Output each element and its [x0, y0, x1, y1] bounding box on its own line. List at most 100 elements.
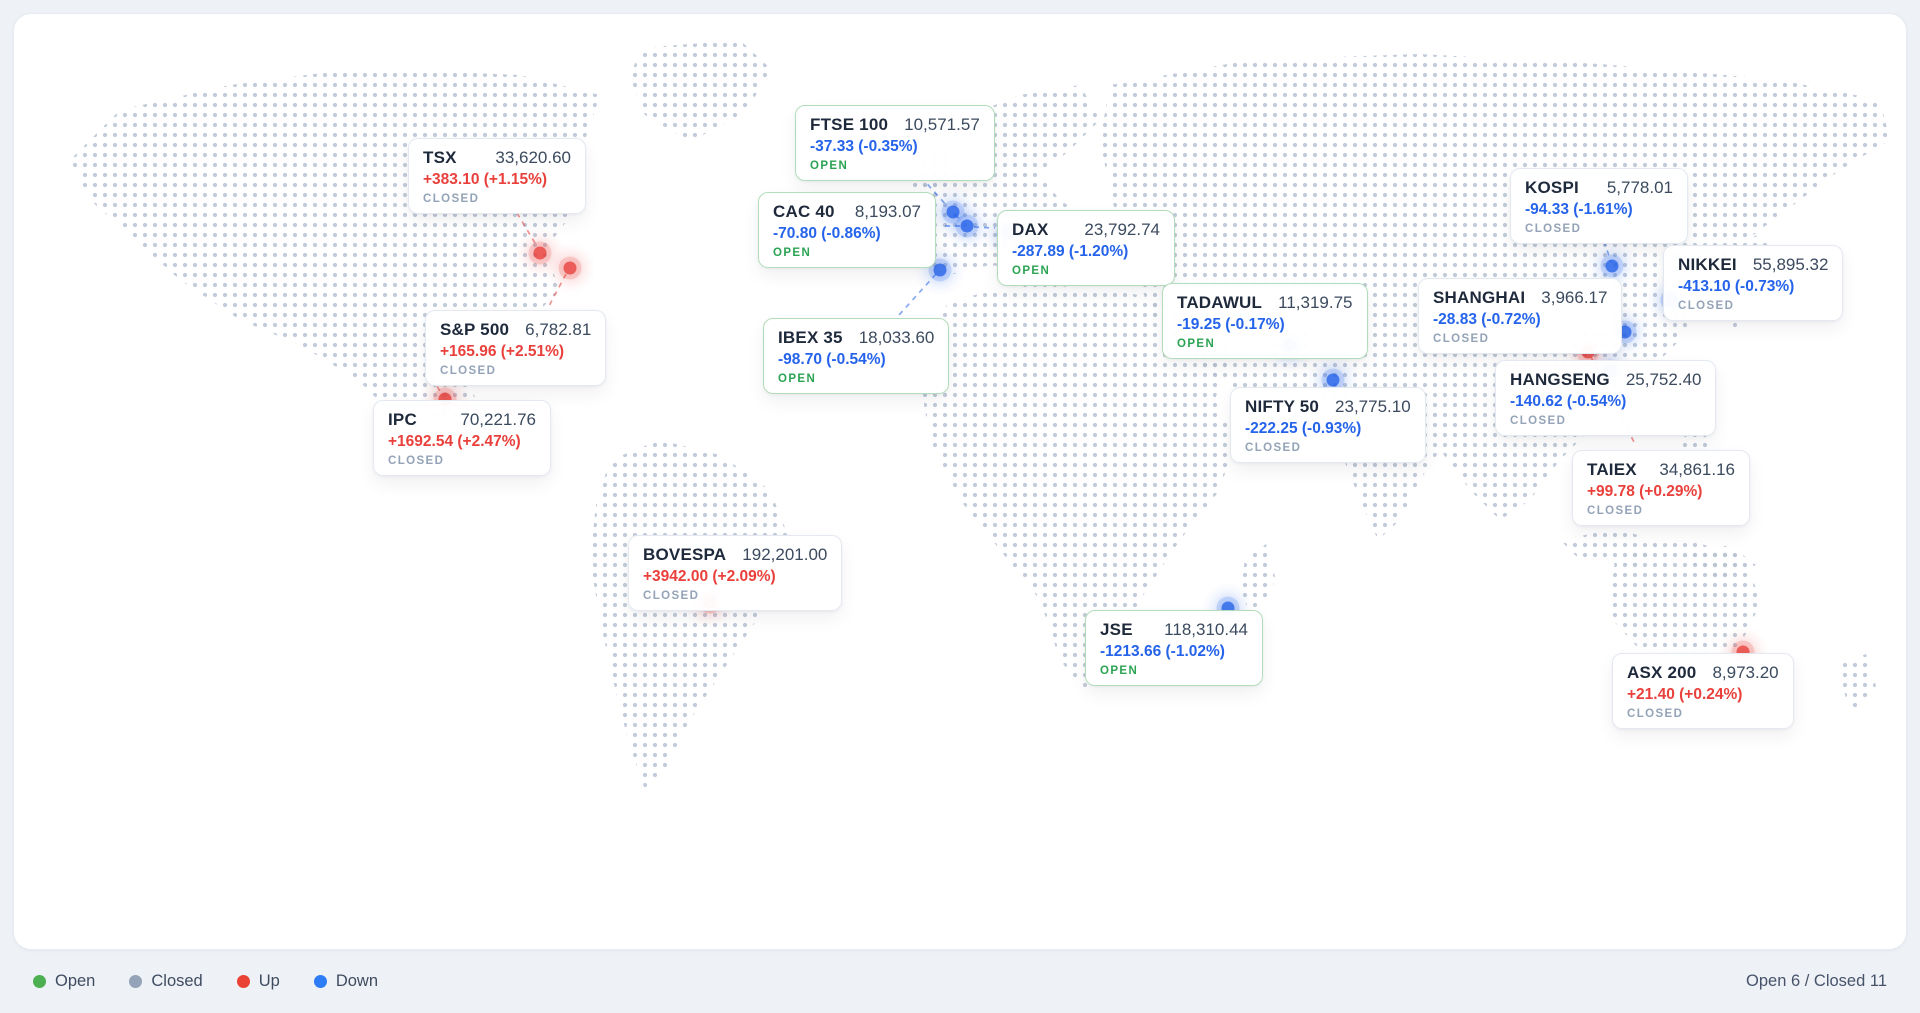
market-card-header: ASX 200 8,973.20 [1627, 663, 1779, 683]
market-status: CLOSED [440, 365, 591, 377]
market-name: HANGSENG [1510, 370, 1610, 390]
status-bar: Open Closed Up Down Open 6 / Closed 11 [0, 950, 1920, 1013]
market-card-ipc[interactable]: IPC 70,221.76 +1692.54 (+2.47%) CLOSED [373, 400, 551, 476]
market-value: 55,895.32 [1753, 255, 1829, 275]
market-value: 192,201.00 [742, 545, 827, 565]
market-dot-ibex-35[interactable] [934, 264, 947, 277]
market-name: NIFTY 50 [1245, 397, 1319, 417]
market-value: 70,221.76 [460, 410, 536, 430]
market-value: 6,782.81 [525, 320, 591, 340]
market-map-page: TSX 33,620.60 +383.10 (+1.15%) CLOSED S&… [0, 0, 1920, 1013]
market-value: 10,571.57 [904, 115, 980, 135]
market-value: 3,966.17 [1541, 288, 1607, 308]
market-value: 8,193.07 [855, 202, 921, 222]
market-change: -287.89 (-1.20%) [1012, 243, 1160, 261]
market-card-header: NIFTY 50 23,775.10 [1245, 397, 1411, 417]
market-card-s-p-500[interactable]: S&P 500 6,782.81 +165.96 (+2.51%) CLOSED [425, 310, 606, 386]
market-card-nifty-50[interactable]: NIFTY 50 23,775.10 -222.25 (-0.93%) CLOS… [1230, 387, 1426, 463]
market-card-nikkei[interactable]: NIKKEI 55,895.32 -413.10 (-0.73%) CLOSED [1663, 245, 1843, 321]
market-status: CLOSED [1245, 442, 1411, 454]
market-name: TSX [423, 148, 457, 168]
legend-dot-icon [33, 975, 46, 988]
market-card-taiex[interactable]: TAIEX 34,861.16 +99.78 (+0.29%) CLOSED [1572, 450, 1750, 526]
legend-item-down: Down [314, 972, 378, 991]
market-status: CLOSED [388, 455, 536, 467]
market-name: FTSE 100 [810, 115, 888, 135]
market-value: 33,620.60 [495, 148, 571, 168]
market-card-cac-40[interactable]: CAC 40 8,193.07 -70.80 (-0.86%) OPEN [758, 192, 936, 268]
market-card-header: KOSPI 5,778.01 [1525, 178, 1673, 198]
market-dot-tsx[interactable] [534, 247, 547, 260]
market-card-ftse-100[interactable]: FTSE 100 10,571.57 -37.33 (-0.35%) OPEN [795, 105, 995, 181]
market-value: 23,792.74 [1084, 220, 1160, 240]
market-name: DAX [1012, 220, 1049, 240]
legend: Open Closed Up Down [33, 972, 378, 991]
market-change: +165.96 (+2.51%) [440, 343, 591, 361]
market-card-ibex-35[interactable]: IBEX 35 18,033.60 -98.70 (-0.54%) OPEN [763, 318, 949, 394]
market-card-asx-200[interactable]: ASX 200 8,973.20 +21.40 (+0.24%) CLOSED [1612, 653, 1794, 729]
market-change: -140.62 (-0.54%) [1510, 393, 1701, 411]
market-card-header: DAX 23,792.74 [1012, 220, 1160, 240]
market-card-jse[interactable]: JSE 118,310.44 -1213.66 (-1.02%) OPEN [1085, 610, 1263, 686]
market-dot-nifty-50[interactable] [1327, 374, 1340, 387]
market-card-shanghai[interactable]: SHANGHAI 3,966.17 -28.83 (-0.72%) CLOSED [1418, 278, 1622, 354]
market-change: -94.33 (-1.61%) [1525, 201, 1673, 219]
market-value: 23,775.10 [1335, 397, 1411, 417]
market-card-header: IBEX 35 18,033.60 [778, 328, 934, 348]
market-card-tadawul[interactable]: TADAWUL 11,319.75 -19.25 (-0.17%) OPEN [1162, 283, 1368, 359]
market-value: 118,310.44 [1164, 620, 1248, 640]
legend-item-closed: Closed [129, 972, 202, 991]
market-value: 18,033.60 [859, 328, 935, 348]
market-change: -1213.66 (-1.02%) [1100, 643, 1248, 661]
market-status: OPEN [1100, 665, 1248, 677]
market-name: SHANGHAI [1433, 288, 1525, 308]
market-dot-ftse-100[interactable] [947, 206, 960, 219]
market-change: -70.80 (-0.86%) [773, 225, 921, 243]
legend-item-up: Up [237, 972, 280, 991]
market-change: -98.70 (-0.54%) [778, 351, 934, 369]
legend-label: Down [336, 972, 378, 991]
market-card-kospi[interactable]: KOSPI 5,778.01 -94.33 (-1.61%) CLOSED [1510, 168, 1688, 244]
market-card-header: NIKKEI 55,895.32 [1678, 255, 1828, 275]
market-card-header: TAIEX 34,861.16 [1587, 460, 1735, 480]
market-value: 25,752.40 [1626, 370, 1702, 390]
market-status: OPEN [778, 373, 934, 385]
market-status: CLOSED [1510, 415, 1701, 427]
market-card-header: JSE 118,310.44 [1100, 620, 1248, 640]
market-status: OPEN [810, 160, 980, 172]
market-status: CLOSED [1525, 223, 1673, 235]
market-status: CLOSED [1678, 300, 1828, 312]
market-card-header: HANGSENG 25,752.40 [1510, 370, 1701, 390]
market-card-header: SHANGHAI 3,966.17 [1433, 288, 1607, 308]
legend-item-open: Open [33, 972, 95, 991]
market-change: -19.25 (-0.17%) [1177, 316, 1353, 334]
legend-label: Up [259, 972, 280, 991]
market-change: -37.33 (-0.35%) [810, 138, 980, 156]
market-change: -222.25 (-0.93%) [1245, 420, 1411, 438]
market-change: -413.10 (-0.73%) [1678, 278, 1828, 296]
market-status: CLOSED [1433, 333, 1607, 345]
market-change: -28.83 (-0.72%) [1433, 311, 1607, 329]
market-name: ASX 200 [1627, 663, 1696, 683]
legend-label: Closed [151, 972, 202, 991]
market-name: S&P 500 [440, 320, 509, 340]
market-value: 8,973.20 [1712, 663, 1778, 683]
legend-dot-icon [237, 975, 250, 988]
market-card-dax[interactable]: DAX 23,792.74 -287.89 (-1.20%) OPEN [997, 210, 1175, 286]
market-card-hangseng[interactable]: HANGSENG 25,752.40 -140.62 (-0.54%) CLOS… [1495, 360, 1716, 436]
market-status: OPEN [773, 247, 921, 259]
market-value: 11,319.75 [1278, 293, 1352, 313]
market-card-header: TADAWUL 11,319.75 [1177, 293, 1353, 313]
market-card-tsx[interactable]: TSX 33,620.60 +383.10 (+1.15%) CLOSED [408, 138, 586, 214]
market-name: KOSPI [1525, 178, 1579, 198]
market-card-bovespa[interactable]: BOVESPA 192,201.00 +3942.00 (+2.09%) CLO… [628, 535, 842, 611]
market-status: CLOSED [423, 193, 571, 205]
market-dot-cac-40[interactable] [961, 220, 974, 233]
market-value: 34,861.16 [1659, 460, 1735, 480]
market-dot-s-p-500[interactable] [564, 262, 577, 275]
legend-dot-icon [314, 975, 327, 988]
market-dot-kospi[interactable] [1606, 260, 1619, 273]
market-status: OPEN [1012, 265, 1160, 277]
market-status: CLOSED [1627, 708, 1779, 720]
market-value: 5,778.01 [1607, 178, 1673, 198]
